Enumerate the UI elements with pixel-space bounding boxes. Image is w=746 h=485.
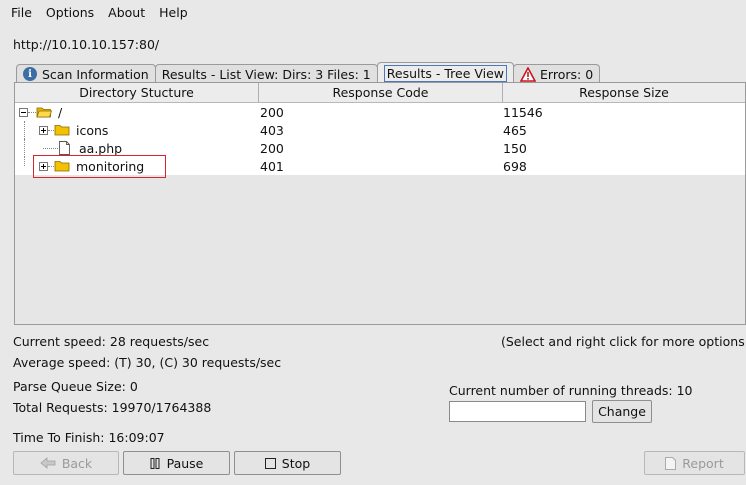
- tree-node-label: icons: [76, 122, 109, 138]
- tree-connector: [24, 121, 25, 139]
- expand-toggle-icon[interactable]: [39, 125, 48, 135]
- time-to-finish: Time To Finish: 16:09:07: [13, 430, 165, 445]
- column-header-directory[interactable]: Directory Stucture: [15, 83, 259, 102]
- arrow-left-icon: [40, 457, 56, 469]
- stop-icon: [264, 457, 276, 469]
- tab-scan-information[interactable]: i Scan Information: [16, 64, 156, 83]
- average-speed: Average speed: (T) 30, (C) 30 requests/s…: [13, 355, 282, 370]
- pause-button[interactable]: Pause: [123, 451, 230, 475]
- response-code: 403: [260, 122, 284, 138]
- warning-icon: [520, 66, 537, 82]
- tab-results-tree-view[interactable]: Results - Tree View: [376, 62, 515, 83]
- response-size: 150: [503, 140, 527, 156]
- column-header-response-code[interactable]: Response Code: [259, 83, 503, 102]
- tree-node-label: aa.php: [79, 140, 123, 156]
- tab-bar: i Scan Information Results - List View: …: [16, 61, 601, 83]
- threads-input[interactable]: [449, 401, 586, 422]
- stop-button[interactable]: Stop: [234, 451, 341, 475]
- report-button[interactable]: Report: [644, 451, 745, 475]
- menu-about[interactable]: About: [101, 1, 152, 25]
- context-menu-hint: (Select and right click for more options: [501, 334, 745, 349]
- tab-label: Scan Information: [42, 66, 149, 82]
- response-code: 200: [260, 104, 284, 120]
- total-requests: Total Requests: 19970/1764388: [13, 400, 212, 415]
- tab-label: Errors: 0: [540, 66, 594, 82]
- tree-connector: [43, 147, 58, 149]
- change-button[interactable]: Change: [592, 400, 652, 423]
- table-row[interactable]: icons 403 465: [15, 121, 745, 139]
- file-icon: [59, 141, 70, 155]
- table-header: Directory Stucture Response Code Respons…: [15, 83, 745, 103]
- response-code: 200: [260, 140, 284, 156]
- menu-file[interactable]: File: [4, 1, 39, 25]
- report-icon: [665, 456, 677, 470]
- collapse-toggle-icon[interactable]: [19, 107, 28, 117]
- tree-node-label: /: [58, 104, 63, 120]
- response-size: 698: [503, 158, 527, 174]
- tree-cell: icons: [15, 121, 259, 139]
- button-label: Back: [61, 455, 93, 471]
- table-row[interactable]: / 200 11546: [15, 103, 745, 121]
- menu-help[interactable]: Help: [152, 1, 195, 25]
- response-size: 11546: [503, 104, 543, 120]
- button-label: Report: [682, 455, 724, 471]
- folder-open-icon: [36, 107, 52, 118]
- parse-queue-size: Parse Queue Size: 0: [13, 379, 138, 394]
- response-size: 465: [503, 122, 527, 138]
- current-speed: Current speed: 28 requests/sec: [13, 334, 210, 349]
- tree-connector: [28, 111, 36, 113]
- tab-label: Results - Tree View: [383, 64, 508, 82]
- tab-results-list-view[interactable]: Results - List View: Dirs: 3 Files: 1: [154, 64, 378, 83]
- highlight-box: [33, 155, 166, 178]
- button-label: Change: [598, 404, 646, 419]
- tab-label: Results - List View: Dirs: 3 Files: 1: [161, 66, 371, 82]
- response-code: 401: [260, 158, 284, 174]
- target-url: http://10.10.10.157:80/: [13, 37, 160, 52]
- pause-icon: [150, 457, 161, 469]
- menu-options[interactable]: Options: [39, 1, 101, 25]
- back-button[interactable]: Back: [13, 451, 119, 475]
- tree-connector: [24, 157, 25, 166]
- tree-cell: /: [15, 103, 259, 121]
- menu-bar: File Options About Help: [0, 0, 746, 26]
- running-threads-label: Current number of running threads: 10: [449, 383, 693, 398]
- button-label: Stop: [281, 455, 311, 471]
- tree-connector: [24, 139, 25, 157]
- column-header-response-size[interactable]: Response Size: [503, 83, 745, 102]
- button-label: Pause: [166, 455, 204, 471]
- tab-errors[interactable]: Errors: 0: [513, 64, 601, 83]
- results-tree-table[interactable]: Directory Stucture Response Code Respons…: [14, 82, 746, 325]
- folder-icon: [54, 125, 70, 136]
- info-icon: i: [23, 67, 37, 81]
